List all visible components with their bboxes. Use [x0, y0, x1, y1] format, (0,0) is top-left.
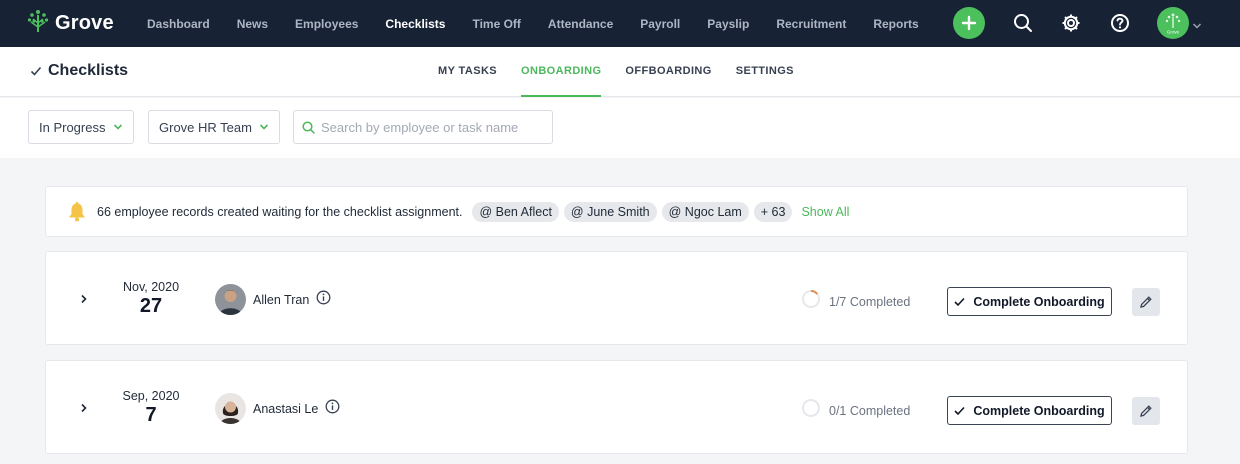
- show-all-link[interactable]: Show All: [801, 205, 849, 219]
- nav-item-dashboard[interactable]: Dashboard: [147, 17, 210, 31]
- nav-item-payslip[interactable]: Payslip: [707, 17, 749, 31]
- progress-ring-icon: [801, 289, 821, 314]
- employee: Allen Tran: [215, 284, 331, 315]
- check-icon: [954, 297, 965, 306]
- more-mentions-chip[interactable]: + 63: [753, 201, 793, 222]
- check-icon: [954, 406, 965, 415]
- filter-bar: In Progress Grove HR Team: [0, 98, 1240, 158]
- nav-item-time-off[interactable]: Time Off: [472, 17, 520, 31]
- main-nav-links: Dashboard News Employees Checklists Time Off…: [147, 17, 946, 31]
- info-icon[interactable]: [325, 399, 340, 419]
- gear-icon: [1062, 14, 1080, 32]
- nav-item-attendance[interactable]: Attendance: [548, 17, 613, 31]
- grove-logo-icon: [27, 9, 49, 38]
- tab-settings[interactable]: SETTINGS: [736, 47, 794, 97]
- nav-item-checklists[interactable]: Checklists: [385, 17, 445, 31]
- edit-button[interactable]: [1132, 397, 1160, 425]
- chevron-right-icon[interactable]: [78, 401, 90, 415]
- chevron-down-icon: [259, 124, 269, 130]
- tab-my-tasks[interactable]: MY TASKS: [438, 47, 497, 97]
- brand[interactable]: Grove: [27, 9, 147, 38]
- start-date: Nov, 2020 27: [116, 280, 186, 318]
- progress-text: 1/7 Completed: [829, 294, 911, 309]
- sub-header: Checklists MY TASKS ONBOARDING OFFBOARDING…: [0, 47, 1240, 97]
- start-month: Nov, 2020: [122, 280, 180, 294]
- employee-name[interactable]: Anastasi Le: [253, 402, 318, 416]
- complete-onboarding-button[interactable]: Complete Onboarding: [947, 287, 1112, 316]
- add-button[interactable]: [953, 7, 985, 39]
- pencil-icon: [1140, 405, 1152, 417]
- start-date: Sep, 2020 7: [116, 389, 186, 427]
- bell-icon: [69, 201, 85, 221]
- checklist-tabs: MY TASKS ONBOARDING OFFBOARDING SETTINGS: [438, 47, 818, 97]
- edit-button[interactable]: [1132, 288, 1160, 316]
- mention-chip[interactable]: @ Ngoc Lam: [661, 201, 749, 222]
- mention-chip[interactable]: @ June Smith: [563, 201, 657, 222]
- settings-button[interactable]: [1059, 11, 1083, 35]
- complete-onboarding-label: Complete Onboarding: [973, 403, 1105, 418]
- search-icon: [302, 120, 315, 134]
- info-icon[interactable]: [316, 290, 331, 310]
- page-title-text: Checklists: [48, 62, 129, 79]
- start-day: 27: [139, 295, 163, 317]
- team-filter-select[interactable]: Grove HR Team: [148, 110, 280, 144]
- chevron-down-icon[interactable]: [1192, 17, 1202, 35]
- nav-item-reports[interactable]: Reports: [873, 17, 918, 31]
- search-input[interactable]: [321, 119, 541, 135]
- mention-chips: @ Ben Aflect @ June Smith @ Ngoc Lam: [472, 201, 753, 222]
- employee-name[interactable]: Allen Tran: [253, 293, 309, 307]
- avatar: [215, 393, 246, 424]
- progress: 1/7 Completed: [801, 289, 910, 314]
- nav-item-payroll[interactable]: Payroll: [640, 17, 680, 31]
- mention-chip[interactable]: @ Ben Aflect: [472, 201, 559, 222]
- page-title: Checklists: [30, 62, 128, 80]
- start-month: Sep, 2020: [122, 389, 180, 403]
- nav-item-recruitment[interactable]: Recruitment: [776, 17, 846, 31]
- status-filter-select[interactable]: In Progress: [28, 110, 134, 144]
- progress-text: 0/1 Completed: [829, 403, 911, 418]
- check-icon: [30, 66, 42, 76]
- onboarding-row: Nov, 2020 27 Allen Tran 1/7 Completed Comple…: [45, 251, 1188, 345]
- tab-offboarding[interactable]: OFFBOARDING: [625, 47, 711, 97]
- notice-text: 66 employee records created waiting for …: [97, 204, 463, 219]
- help-icon: [1111, 14, 1129, 32]
- pencil-icon: [1140, 296, 1152, 308]
- user-avatar-button[interactable]: Grove: [1157, 7, 1189, 39]
- search-button[interactable]: [1011, 11, 1035, 35]
- avatar-label: Grove: [1167, 30, 1180, 35]
- chevron-down-icon: [113, 124, 123, 130]
- team-filter-value: Grove HR Team: [159, 119, 252, 135]
- complete-onboarding-label: Complete Onboarding: [973, 294, 1105, 309]
- help-button[interactable]: [1108, 11, 1132, 35]
- tab-onboarding[interactable]: ONBOARDING: [521, 47, 602, 97]
- complete-onboarding-button[interactable]: Complete Onboarding: [947, 396, 1112, 425]
- nav-item-employees[interactable]: Employees: [295, 17, 358, 31]
- top-navigation-bar: Grove Dashboard News Employees Checklists Ti…: [0, 0, 1240, 47]
- avatar: [215, 284, 246, 315]
- search-icon: [1014, 14, 1032, 32]
- progress-ring-icon: [801, 398, 821, 423]
- pending-assignment-notice: 66 employee records created waiting for …: [45, 186, 1188, 237]
- plus-icon: [961, 15, 977, 31]
- chevron-right-icon[interactable]: [78, 292, 90, 306]
- nav-item-news[interactable]: News: [237, 17, 268, 31]
- brand-name: Grove: [55, 12, 114, 34]
- onboarding-row: Sep, 2020 7 Anastasi Le 0/1 Completed Comple…: [45, 360, 1188, 454]
- progress: 0/1 Completed: [801, 398, 910, 423]
- employee: Anastasi Le: [215, 393, 340, 424]
- grove-tree-icon: Grove: [1165, 13, 1181, 35]
- status-filter-value: In Progress: [39, 119, 106, 135]
- start-day: 7: [145, 404, 157, 426]
- search-box: [293, 110, 553, 144]
